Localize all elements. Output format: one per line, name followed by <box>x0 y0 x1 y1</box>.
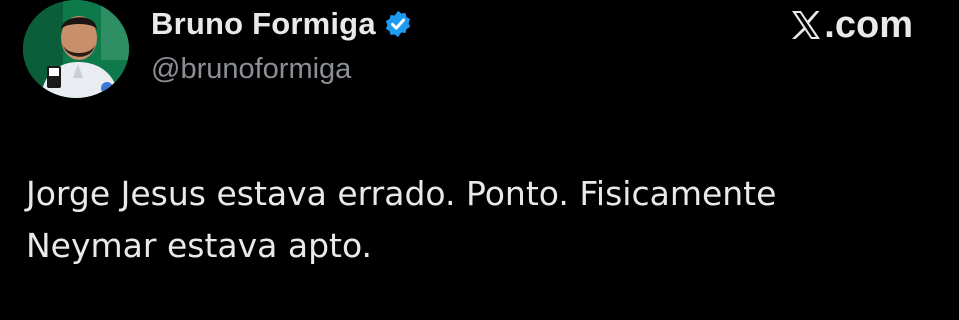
site-domain-suffix: .com <box>824 4 913 46</box>
author-avatar[interactable] <box>23 0 129 98</box>
tweet-card: Bruno Formiga @brunoformiga .com Jorge J… <box>0 0 959 320</box>
x-logo-icon <box>790 9 822 41</box>
verified-badge-icon <box>383 9 413 39</box>
tweet-text-line: Jorge Jesus estava errado. Ponto. Fisica… <box>26 174 777 213</box>
tweet-text-line: Neymar estava apto. <box>26 226 373 265</box>
author-display-name[interactable]: Bruno Formiga <box>151 4 376 44</box>
person-avatar-photo <box>23 0 129 98</box>
author-name-row: Bruno Formiga <box>151 4 413 44</box>
tweet-text: Jorge Jesus estava errado. Ponto. Fisica… <box>26 168 926 272</box>
site-logo: .com <box>790 2 913 48</box>
author-handle[interactable]: @brunoformiga <box>151 50 351 88</box>
